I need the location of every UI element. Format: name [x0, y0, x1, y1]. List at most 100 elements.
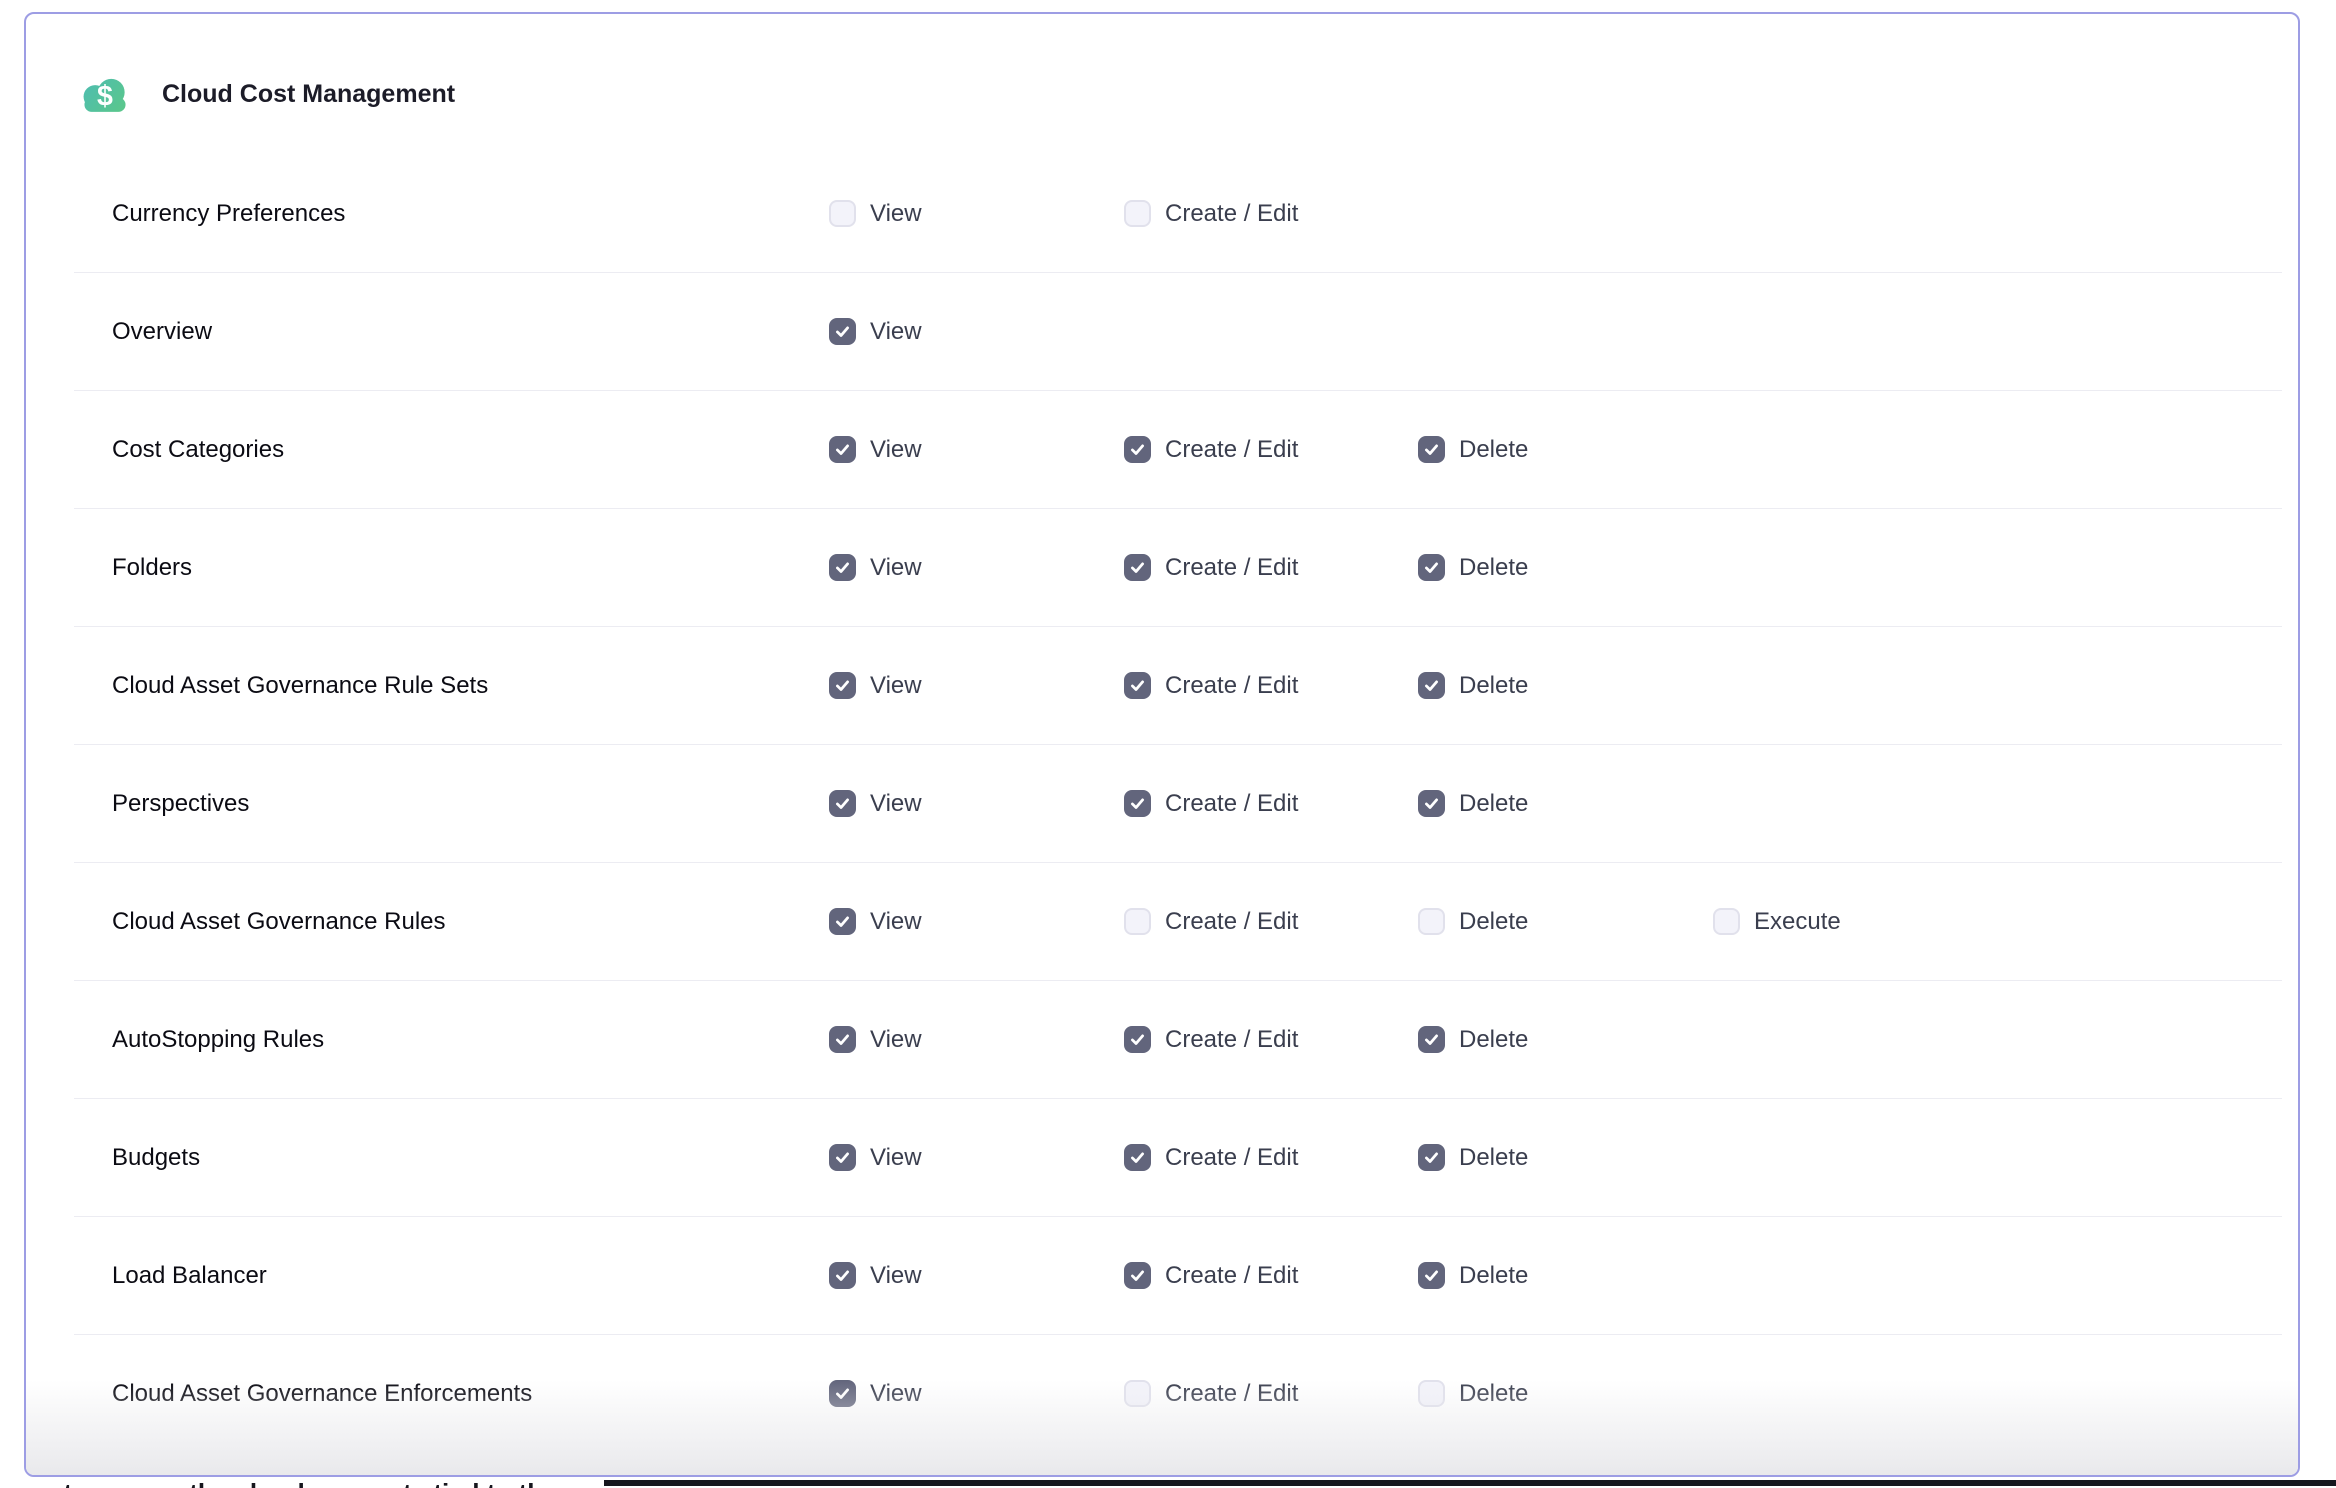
- permission-cell[interactable]: Delete: [1418, 863, 1528, 980]
- permission-cell[interactable]: Create / Edit: [1124, 509, 1298, 626]
- permission-checkbox[interactable]: [1124, 1262, 1151, 1289]
- permission-row: Folders View Create / Edit Delete: [74, 509, 2282, 627]
- permission-cell[interactable]: View: [829, 391, 922, 508]
- permission-label: View: [870, 200, 922, 228]
- resource-label: Cost Categories: [112, 391, 284, 508]
- permission-checkbox[interactable]: [1418, 554, 1445, 581]
- permission-checkbox[interactable]: [1418, 1262, 1445, 1289]
- permission-cell[interactable]: View: [829, 627, 922, 744]
- permission-checkbox[interactable]: [1124, 790, 1151, 817]
- permission-label: Delete: [1459, 1380, 1528, 1408]
- permission-cell[interactable]: Create / Edit: [1124, 155, 1298, 272]
- permission-cell[interactable]: View: [829, 509, 922, 626]
- permission-label: Delete: [1459, 1026, 1528, 1054]
- permission-cell[interactable]: Delete: [1418, 745, 1528, 862]
- resource-label: Overview: [112, 273, 212, 390]
- permission-cell[interactable]: View: [829, 155, 922, 272]
- permission-checkbox[interactable]: [1418, 672, 1445, 699]
- permission-checkbox[interactable]: [1418, 436, 1445, 463]
- permission-checkbox[interactable]: [829, 554, 856, 581]
- permission-cell[interactable]: Create / Edit: [1124, 981, 1298, 1098]
- checkmark-icon: [834, 559, 851, 576]
- permission-checkbox[interactable]: [1418, 1026, 1445, 1053]
- permission-cell[interactable]: View: [829, 1335, 922, 1452]
- permission-cell[interactable]: Create / Edit: [1124, 745, 1298, 862]
- permission-checkbox[interactable]: [1418, 908, 1445, 935]
- permission-checkbox[interactable]: [829, 790, 856, 817]
- permission-checkbox[interactable]: [829, 1262, 856, 1289]
- permission-cell[interactable]: View: [829, 981, 922, 1098]
- permission-checkbox[interactable]: [829, 672, 856, 699]
- permission-checkbox[interactable]: [829, 1026, 856, 1053]
- permission-cell[interactable]: Delete: [1418, 1335, 1528, 1452]
- permission-label: Delete: [1459, 1262, 1528, 1290]
- permission-cell[interactable]: Delete: [1418, 627, 1528, 744]
- clipped-text: you to access the cloud accounts tied to…: [10, 1480, 588, 1488]
- permission-cell[interactable]: View: [829, 1217, 922, 1334]
- permission-checkbox[interactable]: [1713, 908, 1740, 935]
- permission-checkbox[interactable]: [829, 436, 856, 463]
- permission-cell[interactable]: View: [829, 1099, 922, 1216]
- permission-checkbox[interactable]: [1418, 1144, 1445, 1171]
- permission-cell[interactable]: Delete: [1418, 391, 1528, 508]
- permission-cell[interactable]: Execute: [1713, 863, 1841, 980]
- permission-cell[interactable]: Create / Edit: [1124, 1099, 1298, 1216]
- permission-checkbox[interactable]: [1124, 1026, 1151, 1053]
- permission-checkbox[interactable]: [829, 1380, 856, 1407]
- permission-label: Create / Edit: [1165, 1262, 1298, 1290]
- checkmark-icon: [1129, 1149, 1146, 1166]
- permission-cell[interactable]: Delete: [1418, 1217, 1528, 1334]
- checkmark-icon: [834, 1267, 851, 1284]
- permission-checkbox[interactable]: [1124, 1380, 1151, 1407]
- permission-cell[interactable]: Create / Edit: [1124, 627, 1298, 744]
- permission-label: Create / Edit: [1165, 1026, 1298, 1054]
- permissions-list: Currency Preferences View Create / Edit …: [74, 155, 2282, 1452]
- permission-checkbox[interactable]: [1124, 436, 1151, 463]
- permission-checkbox[interactable]: [1124, 200, 1151, 227]
- permission-cell[interactable]: Delete: [1418, 981, 1528, 1098]
- permission-checkbox[interactable]: [829, 908, 856, 935]
- permission-checkbox[interactable]: [829, 1144, 856, 1171]
- permission-cell[interactable]: Delete: [1418, 1099, 1528, 1216]
- permission-checkbox[interactable]: [829, 318, 856, 345]
- permission-cell[interactable]: Create / Edit: [1124, 391, 1298, 508]
- permission-label: Create / Edit: [1165, 436, 1298, 464]
- permission-label: Delete: [1459, 672, 1528, 700]
- permission-row: Cloud Asset Governance Rule Sets View Cr…: [74, 627, 2282, 745]
- permission-cell[interactable]: Create / Edit: [1124, 1217, 1298, 1334]
- permission-checkbox[interactable]: [1124, 1144, 1151, 1171]
- permission-cell[interactable]: Delete: [1418, 509, 1528, 626]
- permission-checkbox[interactable]: [1124, 672, 1151, 699]
- permission-label: View: [870, 554, 922, 582]
- permission-cell[interactable]: View: [829, 273, 922, 390]
- module-title: Cloud Cost Management: [162, 80, 455, 109]
- permission-cell[interactable]: View: [829, 745, 922, 862]
- permission-checkbox[interactable]: [829, 200, 856, 227]
- permission-checkbox[interactable]: [1124, 908, 1151, 935]
- permission-cell[interactable]: Create / Edit: [1124, 863, 1298, 980]
- permission-row: Cost Categories View Create / Edit Delet…: [74, 391, 2282, 509]
- permission-label: View: [870, 1262, 922, 1290]
- permission-cell[interactable]: Create / Edit: [1124, 1335, 1298, 1452]
- permission-row: Cloud Asset Governance Rules View Create…: [74, 863, 2282, 981]
- permission-checkbox[interactable]: [1418, 790, 1445, 817]
- checkmark-icon: [1423, 559, 1440, 576]
- permissions-card: $ Cloud Cost Management Currency Prefere…: [24, 12, 2300, 1477]
- permission-checkbox[interactable]: [1124, 554, 1151, 581]
- permission-label: Create / Edit: [1165, 1380, 1298, 1408]
- checkmark-icon: [834, 441, 851, 458]
- permission-row: Load Balancer View Create / Edit Delete: [74, 1217, 2282, 1335]
- permission-label: View: [870, 436, 922, 464]
- checkmark-icon: [834, 677, 851, 694]
- checkmark-icon: [834, 1385, 851, 1402]
- checkmark-icon: [834, 795, 851, 812]
- checkmark-icon: [1423, 677, 1440, 694]
- permission-label: Delete: [1459, 554, 1528, 582]
- module-header: $ Cloud Cost Management: [80, 72, 455, 116]
- permission-label: Create / Edit: [1165, 200, 1298, 228]
- clipped-bottom-text-strip: you to access the cloud accounts tied to…: [0, 1480, 2336, 1488]
- checkmark-icon: [1129, 1267, 1146, 1284]
- permission-checkbox[interactable]: [1418, 1380, 1445, 1407]
- resource-label: Cloud Asset Governance Rule Sets: [112, 627, 488, 744]
- permission-cell[interactable]: View: [829, 863, 922, 980]
